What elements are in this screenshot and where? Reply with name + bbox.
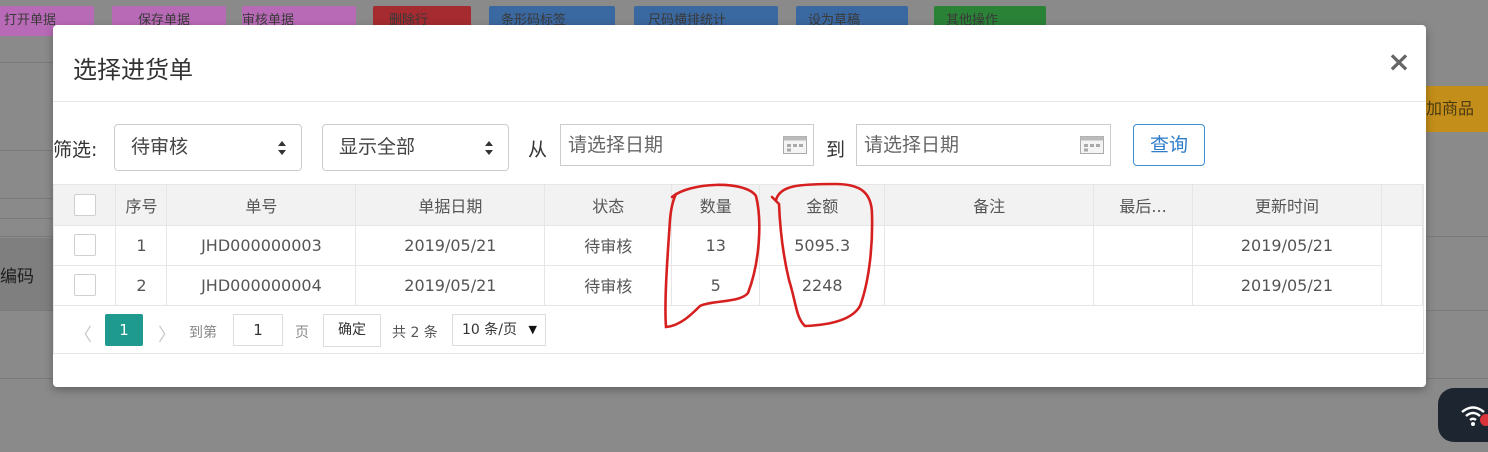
select-arrows-icon [278,141,286,155]
column-header[interactable]: 序号 [115,185,168,226]
start-date-placeholder: 请选择日期 [568,134,664,156]
dropdown-triangle-icon: ▼ [528,323,537,336]
seq-cell: 1 [115,225,168,266]
filler-cell [1381,225,1424,265]
last-cell [1093,225,1194,266]
amount-cell: 2248 [759,265,886,306]
filler-cell [1381,265,1424,306]
column-header-filler [1381,185,1424,226]
current-page-button[interactable]: 1 [105,314,143,346]
last-cell [1093,265,1194,306]
modal-title: 选择进货单 [73,56,193,84]
status-select-value: 待审核 [131,136,189,158]
filter-label: 筛选: [53,139,98,161]
column-header[interactable]: 状态 [544,185,673,226]
status-cell: 待审核 [544,265,673,306]
remark-cell [884,265,1095,306]
amount-cell: 5095.3 [759,225,886,266]
select-all-cell [54,185,117,226]
page-unit-label: 页 [295,325,309,341]
date-cell: 2019/05/21 [355,265,546,306]
modal-header: 选择进货单 × [53,25,1426,102]
query-button[interactable]: 查询 [1133,124,1205,166]
close-button[interactable]: × [1386,47,1412,77]
order-no-cell: JHD000000004 [166,265,357,306]
goto-page-input[interactable]: 1 [233,314,283,346]
bg-divider [0,218,53,219]
page-size-select[interactable]: 10 条/页 ▼ [452,314,546,346]
column-header[interactable]: 单号 [166,185,357,226]
seq-cell: 2 [115,265,168,306]
start-date-input[interactable]: 请选择日期 [560,124,814,166]
table-row[interactable]: 2 JHD000000004 2019/05/21 待审核 5 2248 201… [54,265,1424,306]
table-row[interactable]: 1 JHD000000003 2019/05/21 待审核 13 5095.3 … [54,225,1424,266]
page-size-value: 10 条/页 [462,322,517,338]
bg-code-label: 编码 [0,267,34,287]
column-header[interactable]: 数量 [671,185,761,226]
network-status-widget[interactable] [1438,388,1488,442]
bg-divider [0,150,53,151]
updated-cell: 2019/05/21 [1192,225,1382,266]
alert-dot-icon [1480,414,1488,426]
select-purchase-order-modal: 选择进货单 × 筛选: 待审核 显示全部 从 请选择日期 到 请选择日期 查询 … [53,25,1426,387]
from-label: 从 [528,139,548,161]
calendar-icon[interactable] [1080,136,1104,154]
status-select[interactable]: 待审核 [114,124,302,171]
column-header[interactable]: 备注 [884,185,1095,226]
to-label: 到 [826,139,846,161]
table-header-row: 序号 单号 单据日期 状态 数量 金额 备注 最后... 更新时间 [54,185,1424,226]
order-no-cell: JHD000000003 [166,225,357,266]
bg-divider [0,198,53,199]
calendar-icon[interactable] [783,136,807,154]
goto-confirm-button[interactable]: 确定 [323,314,381,347]
remark-cell [884,225,1095,266]
goto-label: 到第 [189,325,217,341]
column-header[interactable]: 单据日期 [355,185,546,226]
row-checkbox-cell [54,265,117,306]
row-checkbox[interactable] [73,274,96,296]
pagination: 〈 1 〉 到第 1 页 确定 共 2 条 10 条/页 ▼ [54,314,754,348]
row-checkbox[interactable] [73,234,96,256]
display-select-value: 显示全部 [339,136,416,158]
column-header[interactable]: 最后... [1093,185,1194,226]
row-checkbox-cell [54,225,117,266]
quantity-cell: 5 [671,265,761,306]
bg-add-product-button: 加商品 [1424,86,1488,132]
purchase-order-table: 序号 单号 单据日期 状态 数量 金额 备注 最后... 更新时间 1 JHD0… [53,184,1424,354]
bg-divider [0,62,53,63]
date-cell: 2019/05/21 [355,225,546,266]
total-count: 共 2 条 [392,325,438,341]
status-cell: 待审核 [544,225,673,266]
end-date-placeholder: 请选择日期 [864,134,960,156]
column-header[interactable]: 更新时间 [1192,185,1382,226]
quantity-cell: 13 [671,225,761,266]
prev-page-icon[interactable]: 〈 [74,321,92,347]
next-page-icon[interactable]: 〉 [158,321,176,347]
select-arrows-icon [485,141,493,155]
display-select[interactable]: 显示全部 [322,124,509,171]
select-all-checkbox[interactable] [73,193,96,216]
end-date-input[interactable]: 请选择日期 [856,124,1111,166]
updated-cell: 2019/05/21 [1192,265,1382,306]
column-header[interactable]: 金额 [759,185,886,226]
